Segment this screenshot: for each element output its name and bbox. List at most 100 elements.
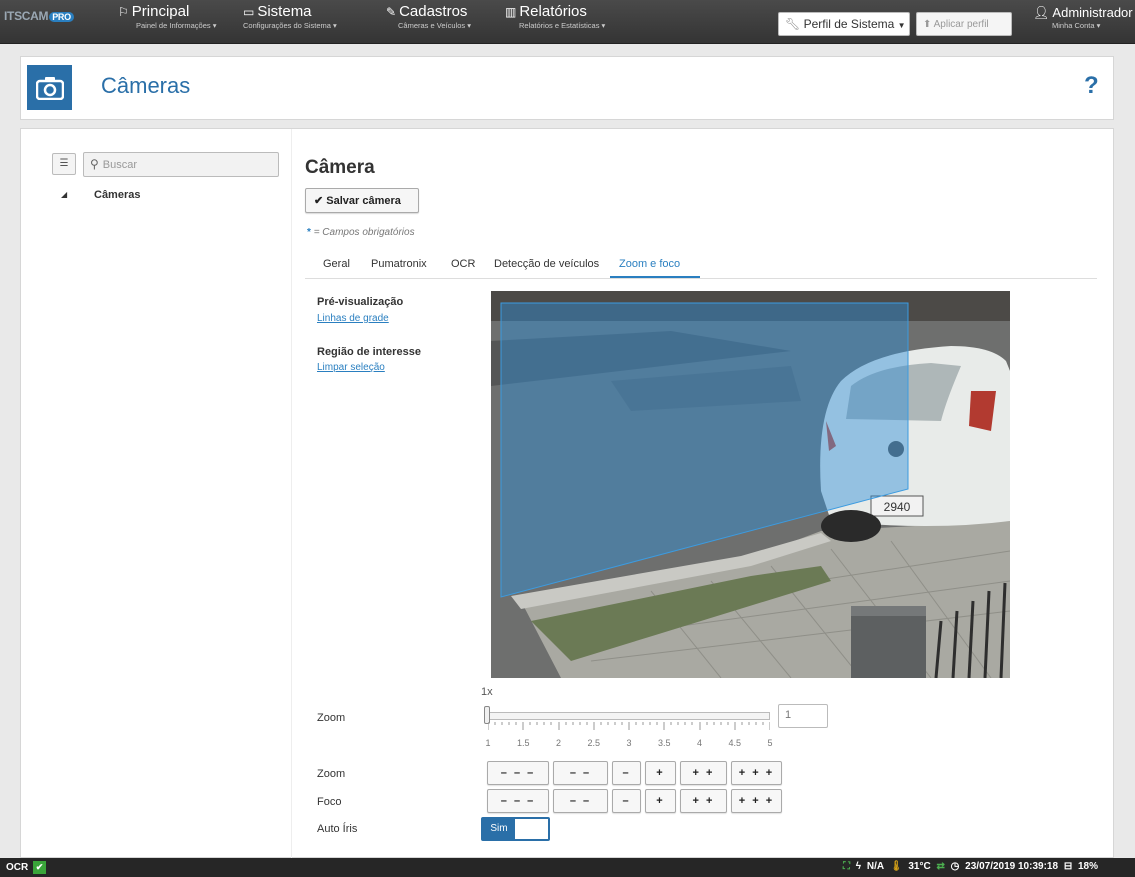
zoom-step-button[interactable]: – – – <box>487 761 549 785</box>
list-icon: ☰ <box>59 158 69 169</box>
zoom-slider-ticks <box>488 722 770 730</box>
zoom-step-button[interactable]: – <box>612 761 641 785</box>
arrow-up-icon: ⬆ <box>923 19 932 30</box>
tab-bar: Geral Pumatronix OCR Detecção de veículo… <box>305 248 1097 279</box>
tree-toggle-button[interactable]: ☰ <box>52 153 76 175</box>
auto-iris-label: Auto Íris <box>317 823 358 835</box>
nav-sistema[interactable]: ▭ Sistema Configurações do Sistema ▾ <box>243 3 337 31</box>
account-name: Administrador <box>1052 5 1133 20</box>
nav-principal-label: Principal <box>131 3 190 20</box>
apply-profile-label: Aplicar perfil <box>933 19 989 30</box>
page-title: Câmeras <box>101 73 191 98</box>
tab-zoom-foco[interactable]: Zoom e foco <box>619 258 680 270</box>
focus-step-label: Foco <box>317 796 342 808</box>
camera-icon <box>27 65 72 110</box>
check-icon: ✔ <box>33 861 47 874</box>
nav-relatorios-label: Relatórios <box>519 3 587 20</box>
zoom-slider-label: Zoom <box>317 712 346 724</box>
required-text: = Campos obrigatórios <box>313 227 415 238</box>
flag-icon: ⚐ <box>118 5 129 19</box>
power-icon: ϟ <box>855 861 862 872</box>
monitor-icon: ▭ <box>243 5 255 19</box>
tab-geral[interactable]: Geral <box>323 258 350 270</box>
logo-text: ITSCAM <box>4 9 49 23</box>
auto-iris-on: Sim <box>483 819 515 839</box>
grid-lines-link[interactable]: Linhas de grade <box>317 313 389 324</box>
zoom-tick-label: 4.5 <box>728 738 742 748</box>
caret-down-icon: ▼ <box>897 21 906 30</box>
zoom-step-button[interactable]: + + + <box>731 761 782 785</box>
tree-item-cameras[interactable]: Câmeras <box>94 189 140 201</box>
top-navbar: ITSCAM PRO ⚐ Principal Painel de Informaçõ… <box>0 0 1135 44</box>
focus-step-button[interactable]: + + <box>680 789 727 813</box>
bar-chart-icon: ▥ <box>505 5 517 19</box>
status-temp: 31°C <box>908 861 931 872</box>
nav-sistema-label: Sistema <box>257 3 312 20</box>
user-icon: 👤︎ <box>1033 5 1050 20</box>
status-ocr: OCR ✔ <box>6 861 47 874</box>
logo-badge: PRO <box>49 12 74 22</box>
search-input[interactable]: ⚲ Buscar <box>83 152 279 177</box>
zoom-step-label: Zoom <box>317 768 346 780</box>
preview-label: Pré-visualização <box>317 296 404 308</box>
save-camera-label: Salvar câmera <box>326 195 401 207</box>
help-icon[interactable]: ? <box>1084 72 1099 100</box>
clear-selection-link[interactable]: Limpar seleção <box>317 362 385 373</box>
nav-cadastros[interactable]: ✎ Cadastros Câmeras e Veículos ▾ <box>386 4 471 31</box>
required-note: * = Campos obrigatórios <box>307 227 415 238</box>
zoom-tick-label: 2 <box>555 738 562 748</box>
network-icon: ⛶ <box>843 861 850 872</box>
focus-step-button[interactable]: – – – <box>487 789 549 813</box>
focus-step-button[interactable]: – – <box>553 789 608 813</box>
focus-step-button[interactable]: – <box>612 789 641 813</box>
zoom-display: 1x <box>481 686 493 698</box>
license-plate-text: 2940 <box>884 500 911 514</box>
nav-sistema-sub: Configurações do Sistema ▾ <box>243 21 337 30</box>
app-logo[interactable]: ITSCAM PRO <box>4 9 104 35</box>
tab-pumatronix[interactable]: Pumatronix <box>371 258 427 270</box>
status-bar: OCR ✔ ⛶ ϟ N/A 🌡︎ 31°C ⇄ ◷ 23/07/2019 10:… <box>0 858 1135 877</box>
focus-step-button[interactable]: + <box>645 789 676 813</box>
nav-relatorios[interactable]: ▥ Relatórios Relatórios e Estatísticas ▾ <box>505 3 606 31</box>
zoom-tick-label: 5 <box>767 738 773 748</box>
nav-cadastros-sub: Câmeras e Veículos ▾ <box>398 21 471 30</box>
zoom-tick-label: 1 <box>485 738 491 748</box>
status-disk: 18% <box>1077 861 1098 872</box>
wrench-icon: 🔧︎ <box>785 17 801 31</box>
roi-label: Região de interesse <box>317 346 421 358</box>
section-title: Câmera <box>305 157 375 178</box>
status-na: N/A <box>866 861 885 872</box>
zoom-tick-label: 2.5 <box>587 738 601 748</box>
search-placeholder: Buscar <box>102 159 138 171</box>
required-star: * <box>307 227 311 238</box>
profile-select[interactable]: 🔧︎ Perfil de Sistema ▼ <box>778 12 910 36</box>
apply-profile-button[interactable]: ⬆ Aplicar perfil <box>916 12 1012 36</box>
zoom-step-button[interactable]: + <box>645 761 676 785</box>
camera-preview[interactable]: 2940 <box>491 291 1010 678</box>
status-indicators: ⛶ ϟ N/A 🌡︎ 31°C ⇄ ◷ 23/07/2019 10:39:18 … <box>843 861 1101 872</box>
status-ocr-label: OCR <box>6 862 29 874</box>
active-tab-indicator <box>610 276 700 278</box>
zoom-number-input[interactable]: 1 <box>778 704 828 728</box>
edit-icon: ✎ <box>386 5 397 19</box>
nav-principal[interactable]: ⚐ Principal Painel de Informações ▾ <box>118 3 217 31</box>
auto-iris-toggle[interactable]: Sim <box>481 817 550 841</box>
temperature-icon: 🌡︎ <box>889 861 903 872</box>
clock-icon: ◷ <box>950 861 960 872</box>
zoom-step-button[interactable]: – – <box>553 761 608 785</box>
save-camera-button[interactable]: ✔ Salvar câmera <box>305 188 419 213</box>
tab-ocr[interactable]: OCR <box>451 258 475 270</box>
search-icon: ⚲ <box>90 157 99 171</box>
tree-expand-icon[interactable]: ◢ <box>61 190 67 199</box>
nav-principal-sub: Painel de Informações ▾ <box>136 21 217 30</box>
focus-step-button[interactable]: + + + <box>731 789 782 813</box>
zoom-tick-label: 3 <box>626 738 632 748</box>
page-header: Câmeras ? <box>20 56 1114 120</box>
zoom-step-button[interactable]: + + <box>680 761 727 785</box>
profile-select-value: Perfil de Sistema <box>803 17 895 31</box>
tab-deteccao[interactable]: Detecção de veículos <box>494 258 599 270</box>
account-menu[interactable]: 👤︎ Administrador Minha Conta ▾ <box>1033 5 1133 30</box>
check-icon: ✔ <box>314 195 324 207</box>
zoom-slider[interactable] <box>487 712 770 720</box>
nav-relatorios-sub: Relatórios e Estatísticas ▾ <box>519 21 606 30</box>
